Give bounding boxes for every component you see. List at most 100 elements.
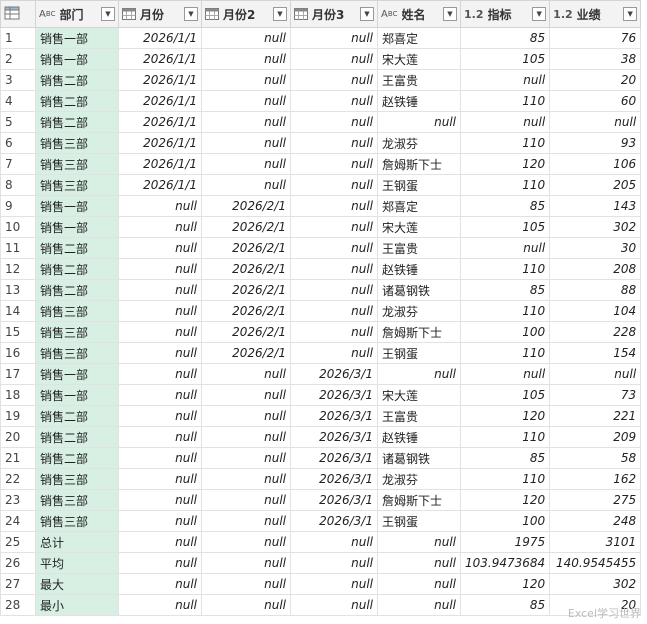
cell-month2[interactable]: 2026/2/1 bbox=[201, 300, 291, 322]
cell-month3[interactable]: null bbox=[290, 321, 378, 343]
column-header-6[interactable]: 1.2 指标 ▼ bbox=[459, 0, 551, 28]
cell-month3[interactable]: 2026/3/1 bbox=[290, 447, 378, 469]
cell-target[interactable]: null bbox=[459, 111, 551, 133]
column-header-1[interactable]: A B C 部门 ▼ bbox=[35, 0, 119, 28]
cell-department[interactable]: 最小 bbox=[35, 594, 119, 616]
table-row[interactable]: 2 销售一部 2026/1/1 null null 宋大莲 105 38 bbox=[0, 48, 642, 70]
cell-department[interactable]: 销售三部 bbox=[35, 468, 119, 490]
cell-target[interactable]: 120 bbox=[459, 489, 551, 511]
cell-name[interactable]: 王钢蛋 bbox=[377, 174, 461, 196]
cell-department[interactable]: 销售二部 bbox=[35, 405, 119, 427]
cell-target[interactable]: 100 bbox=[459, 510, 551, 532]
cell-name[interactable]: null bbox=[377, 531, 461, 553]
cell-month[interactable]: 2026/1/1 bbox=[118, 69, 202, 91]
table-row[interactable]: 5 销售二部 2026/1/1 null null null null null bbox=[0, 111, 642, 133]
cell-department[interactable]: 总计 bbox=[35, 531, 119, 553]
cell-month[interactable]: null bbox=[118, 216, 202, 238]
cell-month2[interactable]: null bbox=[201, 153, 291, 175]
cell-month[interactable]: 2026/1/1 bbox=[118, 174, 202, 196]
cell-month2[interactable]: null bbox=[201, 531, 291, 553]
cell-month[interactable]: 2026/1/1 bbox=[118, 132, 202, 154]
cell-performance[interactable]: 208 bbox=[549, 258, 642, 280]
table-row[interactable]: 12 销售二部 null 2026/2/1 null 赵铁锤 110 208 bbox=[0, 258, 642, 280]
cell-name[interactable]: 王富贵 bbox=[377, 405, 461, 427]
cell-month[interactable]: null bbox=[118, 237, 202, 259]
table-row[interactable]: 22 销售三部 null null 2026/3/1 龙淑芬 110 162 bbox=[0, 468, 642, 490]
column-header-2[interactable]: 月份 ▼ bbox=[118, 0, 202, 28]
cell-performance[interactable]: 104 bbox=[549, 300, 642, 322]
cell-department[interactable]: 销售二部 bbox=[35, 69, 119, 91]
cell-month3[interactable]: null bbox=[290, 237, 378, 259]
cell-department[interactable]: 销售三部 bbox=[35, 510, 119, 532]
cell-month2[interactable]: null bbox=[201, 132, 291, 154]
cell-month3[interactable]: null bbox=[290, 573, 378, 595]
cell-department[interactable]: 销售二部 bbox=[35, 237, 119, 259]
cell-month2[interactable]: null bbox=[201, 384, 291, 406]
filter-dropdown-icon[interactable]: ▼ bbox=[101, 7, 115, 21]
column-header-7[interactable]: 1.2 业绩 ▼ bbox=[549, 0, 642, 28]
cell-month[interactable]: null bbox=[118, 573, 202, 595]
cell-month[interactable]: null bbox=[118, 405, 202, 427]
cell-target[interactable]: 120 bbox=[459, 573, 551, 595]
table-row[interactable]: 14 销售三部 null 2026/2/1 null 龙淑芬 110 104 bbox=[0, 300, 642, 322]
cell-month[interactable]: null bbox=[118, 342, 202, 364]
cell-month[interactable]: null bbox=[118, 489, 202, 511]
cell-month3[interactable]: null bbox=[290, 153, 378, 175]
cell-department[interactable]: 销售一部 bbox=[35, 27, 119, 49]
table-row[interactable]: 3 销售二部 2026/1/1 null null 王富贵 null 20 bbox=[0, 69, 642, 91]
cell-performance[interactable]: 60 bbox=[549, 90, 642, 112]
cell-month3[interactable]: null bbox=[290, 279, 378, 301]
cell-performance[interactable]: 38 bbox=[549, 48, 642, 70]
cell-performance[interactable]: 106 bbox=[549, 153, 642, 175]
table-row[interactable]: 23 销售三部 null null 2026/3/1 詹姆斯下士 120 275 bbox=[0, 489, 642, 511]
table-row[interactable]: 1 销售一部 2026/1/1 null null 郑喜定 85 76 bbox=[0, 27, 642, 49]
cell-name[interactable]: 诸葛钢铁 bbox=[377, 279, 461, 301]
cell-month2[interactable]: 2026/2/1 bbox=[201, 216, 291, 238]
cell-name[interactable]: 王富贵 bbox=[377, 237, 461, 259]
table-row[interactable]: 25 总计 null null null null 1975 3101 bbox=[0, 531, 642, 553]
cell-month2[interactable]: 2026/2/1 bbox=[201, 279, 291, 301]
cell-name[interactable]: 宋大莲 bbox=[377, 216, 461, 238]
cell-name[interactable]: null bbox=[377, 552, 461, 574]
table-row[interactable]: 24 销售三部 null null 2026/3/1 王钢蛋 100 248 bbox=[0, 510, 642, 532]
cell-month3[interactable]: null bbox=[290, 216, 378, 238]
cell-target[interactable]: 1975 bbox=[459, 531, 551, 553]
cell-month3[interactable]: null bbox=[290, 531, 378, 553]
cell-month[interactable]: null bbox=[118, 279, 202, 301]
cell-performance[interactable]: 221 bbox=[549, 405, 642, 427]
cell-name[interactable]: 龙淑芬 bbox=[377, 300, 461, 322]
cell-name[interactable]: 赵铁锤 bbox=[377, 426, 461, 448]
cell-month[interactable]: null bbox=[118, 195, 202, 217]
table-row[interactable]: 9 销售一部 null 2026/2/1 null 郑喜定 85 143 bbox=[0, 195, 642, 217]
table-row[interactable]: 26 平均 null null null null 103.9473684 140.95454… bbox=[0, 552, 642, 574]
cell-department[interactable]: 销售二部 bbox=[35, 279, 119, 301]
cell-performance[interactable]: 302 bbox=[549, 216, 642, 238]
cell-performance[interactable]: 205 bbox=[549, 174, 642, 196]
cell-month[interactable]: null bbox=[118, 258, 202, 280]
cell-month3[interactable]: 2026/3/1 bbox=[290, 510, 378, 532]
cell-month[interactable]: 2026/1/1 bbox=[118, 48, 202, 70]
table-row[interactable]: 17 销售一部 null null 2026/3/1 null null null bbox=[0, 363, 642, 385]
table-row[interactable]: 18 销售一部 null null 2026/3/1 宋大莲 105 73 bbox=[0, 384, 642, 406]
cell-performance[interactable]: 209 bbox=[549, 426, 642, 448]
column-header-4[interactable]: 月份3 ▼ bbox=[290, 0, 378, 28]
cell-name[interactable]: 詹姆斯下士 bbox=[377, 321, 461, 343]
cell-name[interactable]: 赵铁锤 bbox=[377, 90, 461, 112]
cell-month3[interactable]: null bbox=[290, 300, 378, 322]
cell-month3[interactable]: null bbox=[290, 258, 378, 280]
cell-month3[interactable]: null bbox=[290, 174, 378, 196]
cell-month2[interactable]: null bbox=[201, 447, 291, 469]
cell-target[interactable]: 85 bbox=[459, 447, 551, 469]
cell-department[interactable]: 销售三部 bbox=[35, 342, 119, 364]
cell-target[interactable]: null bbox=[459, 69, 551, 91]
cell-target[interactable]: 100 bbox=[459, 321, 551, 343]
cell-name[interactable]: null bbox=[377, 363, 461, 385]
column-header-5[interactable]: A B C 姓名 ▼ bbox=[377, 0, 461, 28]
cell-month3[interactable]: null bbox=[290, 195, 378, 217]
cell-name[interactable]: 王钢蛋 bbox=[377, 510, 461, 532]
cell-name[interactable]: 王富贵 bbox=[377, 69, 461, 91]
cell-department[interactable]: 销售二部 bbox=[35, 90, 119, 112]
cell-target[interactable]: 110 bbox=[459, 300, 551, 322]
cell-performance[interactable]: 20 bbox=[549, 594, 642, 616]
cell-month2[interactable]: null bbox=[201, 90, 291, 112]
